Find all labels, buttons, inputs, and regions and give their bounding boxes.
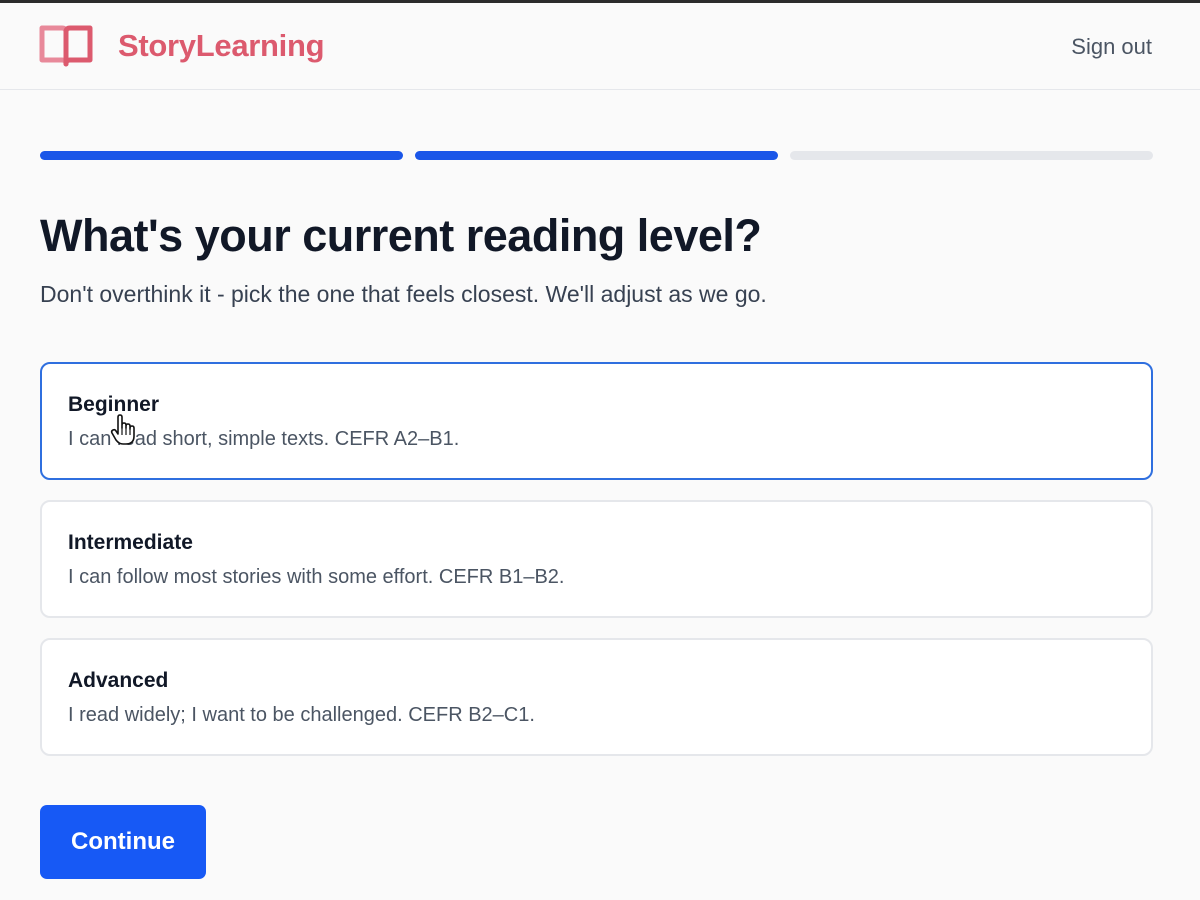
option-advanced[interactable]: Advanced I read widely; I want to be cha…	[40, 638, 1153, 756]
option-description: I can read short, simple texts. CEFR A2–…	[68, 428, 460, 450]
brand-name: StoryLearning	[118, 28, 325, 63]
option-intermediate[interactable]: Intermediate I can follow most stories w…	[40, 500, 1153, 618]
continue-button[interactable]: Continue	[40, 805, 206, 879]
step-progress-bar	[40, 151, 1153, 160]
option-title: Advanced	[68, 669, 169, 692]
progress-step-2	[415, 151, 778, 160]
page-title: What's your current reading level?	[40, 210, 762, 261]
brand-logo[interactable]: StoryLearning	[38, 23, 325, 69]
option-beginner[interactable]: Beginner I can read short, simple texts.…	[40, 362, 1153, 480]
option-title: Beginner	[68, 393, 160, 416]
progress-step-1	[40, 151, 403, 160]
sign-out-link[interactable]: Sign out	[1071, 34, 1152, 60]
option-title: Intermediate	[68, 531, 193, 554]
page-subtitle: Don't overthink it - pick the one that f…	[40, 281, 767, 307]
option-description: I read widely; I want to be challenged. …	[68, 704, 535, 726]
app-header: StoryLearning Sign out	[0, 3, 1200, 90]
option-description: I can follow most stories with some effo…	[68, 566, 565, 588]
open-book-icon	[38, 23, 94, 69]
progress-step-3	[790, 151, 1153, 160]
